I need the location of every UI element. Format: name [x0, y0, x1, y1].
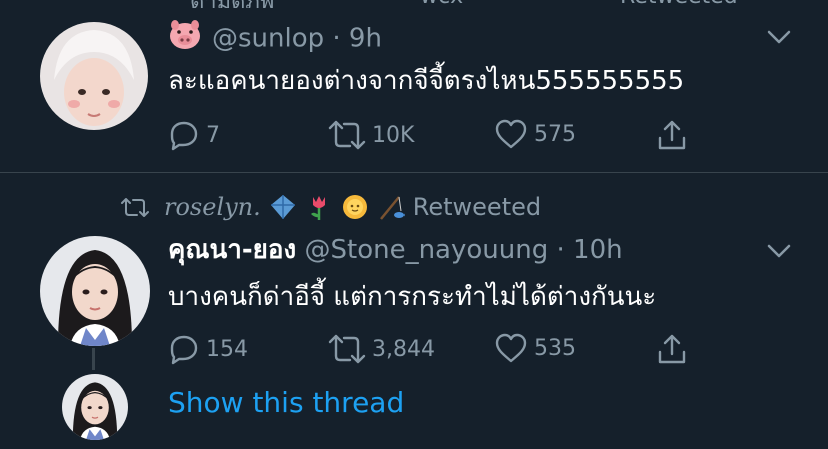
retweeted-label: Retweeted [412, 193, 542, 221]
sun-face-emoji-icon [341, 193, 369, 221]
tweet1-retweet-count: 10K [372, 122, 415, 148]
reply-icon [170, 121, 198, 151]
tweet1-like-count: 575 [534, 121, 576, 147]
tweet2-retweet-button[interactable]: 3,844 [328, 332, 435, 366]
tweet2-retweet-count: 3,844 [372, 336, 435, 362]
like-icon [495, 333, 527, 363]
tweet1-reply-count: 7 [206, 122, 220, 148]
tweet1-handle[interactable]: @sunlop [212, 24, 324, 54]
tweet1-reply-button[interactable]: 7 [166, 118, 220, 152]
chevron-down-icon[interactable] [766, 242, 792, 260]
share-icon [658, 120, 686, 150]
clipped-text-right: Retweeted [620, 0, 738, 8]
tweet1-like-button[interactable]: 575 [494, 118, 576, 150]
tweet1-retweet-button[interactable]: 10K [328, 118, 414, 152]
fishing-pole-emoji-icon [377, 193, 406, 221]
avatar-nayoung[interactable] [40, 236, 150, 346]
retweet-icon [328, 334, 366, 364]
clipped-top-row: ตามดูภพ wcx Retweeted [0, 0, 828, 8]
tweet2-reply-count: 154 [206, 336, 248, 362]
retweet-icon [328, 120, 366, 150]
tweet1-time[interactable]: · 9h [332, 24, 382, 54]
tweet1-header: @sunlop · 9h [168, 20, 382, 58]
tweet2-handle[interactable]: @Stone_nayouung [305, 235, 549, 265]
kite-emoji-icon [269, 193, 297, 221]
retweeter-name: roselyn. [164, 193, 261, 221]
pig-emoji-icon [168, 20, 202, 58]
tweet1-share-button[interactable] [656, 118, 688, 152]
thread-connector-line [92, 348, 95, 370]
retweeted-by-line[interactable]: roselyn. Retweeted [120, 193, 541, 221]
tweet2-display-name[interactable]: คุณนา-ยอง [168, 235, 296, 265]
tweet2-like-button[interactable]: 535 [494, 332, 576, 364]
retweet-small-icon [121, 198, 149, 217]
share-icon [658, 334, 686, 364]
tweet2-header: คุณนา-ยอง @Stone_nayouung · 10h [168, 234, 623, 266]
reply-icon [170, 335, 198, 365]
tweet2-share-button[interactable] [656, 332, 688, 366]
tweet2-time[interactable]: · 10h [557, 235, 623, 265]
tweet2-like-count: 535 [534, 335, 576, 361]
clipped-text-left: ตามดูภพ [190, 0, 274, 8]
tweet1-text: ละแอคนายองต่างจากจีจี้ตรงไหน555555555 [168, 66, 685, 96]
chevron-down-icon[interactable] [766, 28, 792, 46]
tweet2-text: บางคนก็ด่าอีจี้ แต่การกระทำไม่ได้ต่างกัน… [168, 282, 657, 312]
tulip-emoji-icon [305, 193, 333, 221]
clipped-text-middle: wcx [420, 0, 463, 8]
avatar-sunlop[interactable] [40, 22, 148, 130]
tweet-divider [0, 172, 828, 173]
tweet2-reply-button[interactable]: 154 [166, 332, 248, 366]
avatar-thread-small[interactable] [62, 374, 128, 440]
like-icon [495, 119, 527, 149]
show-thread-link[interactable]: Show this thread [168, 386, 404, 419]
